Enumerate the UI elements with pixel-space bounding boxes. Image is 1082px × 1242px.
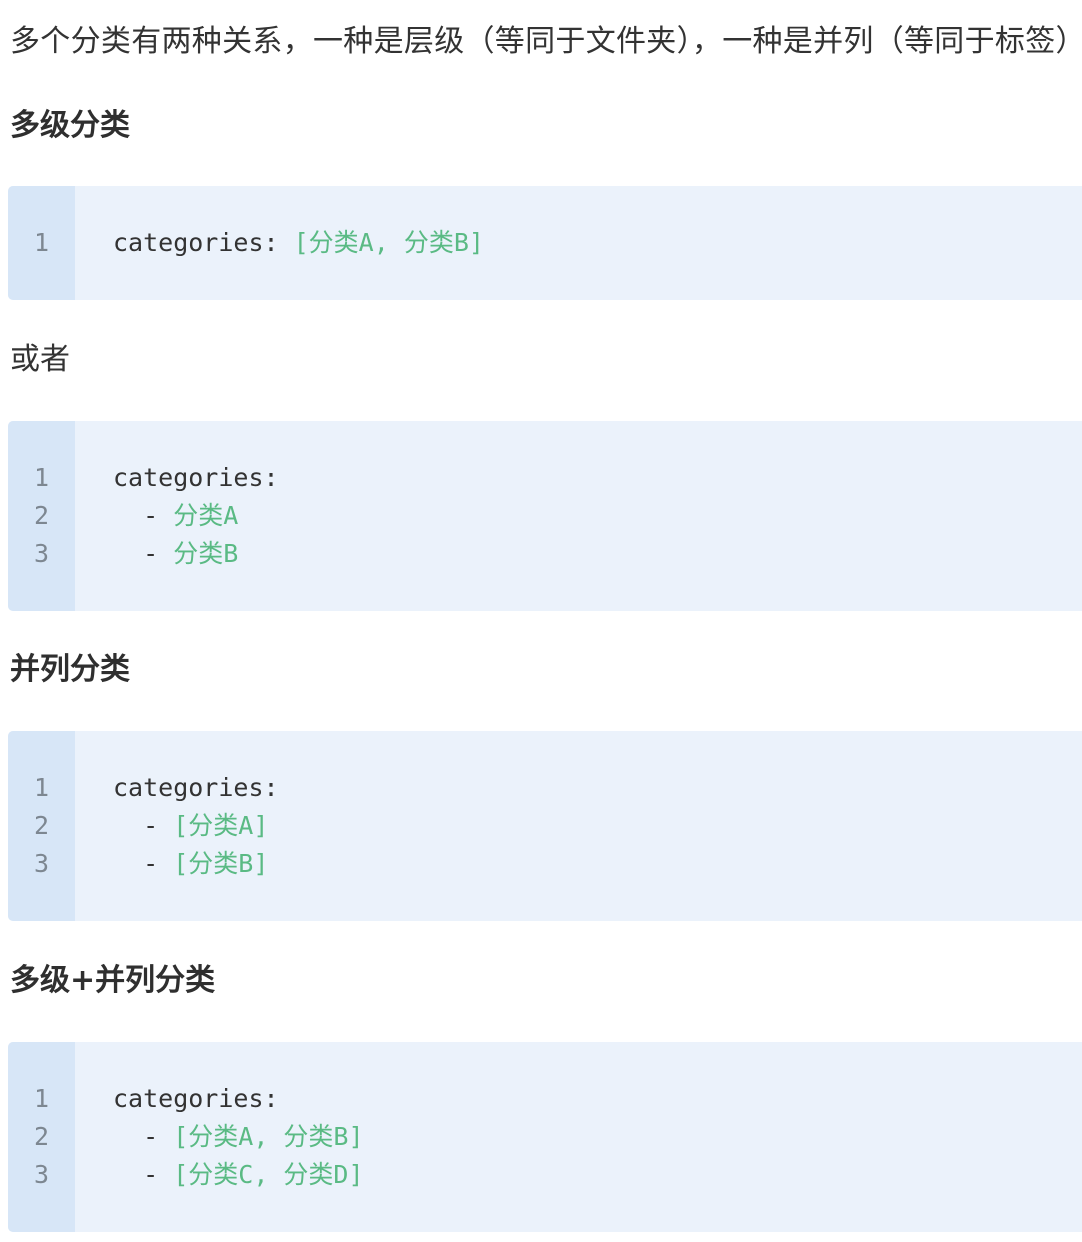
- code-value: [分类A, 分类B]: [173, 1122, 364, 1151]
- code-value: [分类A, 分类B]: [278, 228, 484, 257]
- line-number: 3: [33, 539, 50, 568]
- code-line: - [分类C, 分类D]: [113, 1156, 364, 1194]
- code-key: -: [113, 539, 174, 568]
- code-value: [分类B]: [173, 849, 269, 878]
- code-line: categories: [分类A, 分类B]: [113, 224, 484, 262]
- code-line: - [分类B]: [113, 845, 268, 883]
- code-key: -: [113, 1160, 174, 1189]
- code-key: categories:: [113, 1084, 279, 1113]
- heading-multilevel-categories: 多级分类: [10, 108, 130, 143]
- line-number: 1: [33, 228, 50, 257]
- line-number: 2: [33, 501, 50, 530]
- or-text: 或者: [10, 342, 70, 377]
- code-value: [分类C, 分类D]: [173, 1160, 364, 1189]
- intro-paragraph: 多个分类有两种关系，一种是层级（等同于文件夹），一种是并列（等同于标签）: [10, 24, 1082, 59]
- line-number: 2: [33, 1122, 50, 1151]
- code-line: - [分类A, 分类B]: [113, 1118, 364, 1156]
- code-line: - 分类A: [113, 497, 238, 535]
- line-number: 3: [33, 1160, 50, 1189]
- heading-parallel-categories: 并列分类: [10, 652, 130, 687]
- code-key: -: [113, 1122, 174, 1151]
- code-key: -: [113, 501, 174, 530]
- code-value: 分类B: [173, 539, 239, 568]
- code-line: - [分类A]: [113, 807, 268, 845]
- code-line: categories:: [113, 1080, 279, 1118]
- code-line: categories:: [113, 769, 279, 807]
- code-block-multilevel-list: 1 2 3 categories: - 分类A - 分类B: [8, 421, 1082, 611]
- line-number: 2: [33, 811, 50, 840]
- line-number: 1: [33, 463, 50, 492]
- code-block-multilevel-inline: 1 categories: [分类A, 分类B]: [8, 186, 1082, 300]
- line-number: 1: [33, 773, 50, 802]
- code-value: 分类A: [173, 501, 239, 530]
- line-number: 1: [33, 1084, 50, 1113]
- heading-multilevel-parallel-categories: 多级+并列分类: [10, 963, 216, 998]
- code-key: -: [113, 811, 174, 840]
- code-key: -: [113, 849, 174, 878]
- code-key: categories:: [113, 463, 279, 492]
- code-block-parallel: 1 2 3 categories: - [分类A] - [分类B]: [8, 731, 1082, 921]
- code-line: categories:: [113, 459, 279, 497]
- code-block-multilevel-parallel: 1 2 3 categories: - [分类A, 分类B] - [分类C, 分…: [8, 1042, 1082, 1232]
- code-line: - 分类B: [113, 535, 238, 573]
- code-key: categories:: [113, 773, 279, 802]
- line-number: 3: [33, 849, 50, 878]
- code-value: [分类A]: [173, 811, 269, 840]
- code-key: categories:: [113, 228, 279, 257]
